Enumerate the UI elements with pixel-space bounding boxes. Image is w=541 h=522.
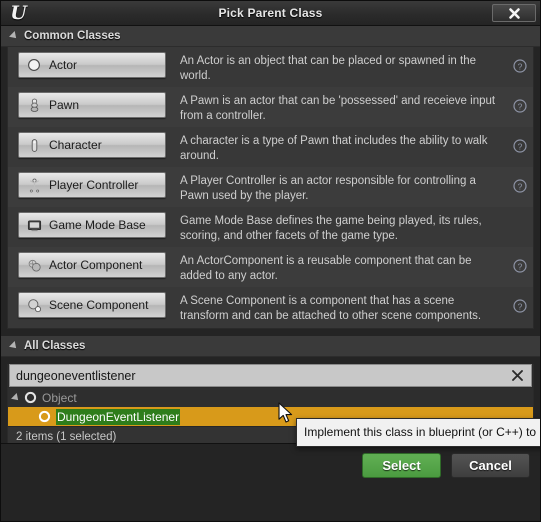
class-label: Actor Component xyxy=(49,258,143,272)
class-button-actor[interactable]: Actor xyxy=(18,52,166,78)
tree-row-object[interactable]: Object xyxy=(8,388,533,407)
scene-component-icon xyxy=(26,297,42,313)
class-tooltip: Implement this class in blueprint (or C+… xyxy=(296,418,540,447)
class-button-player-controller[interactable]: Player Controller xyxy=(18,172,166,198)
help-icon-pawn[interactable]: ? xyxy=(507,92,533,113)
actor-component-icon xyxy=(26,257,42,273)
actor-sphere-icon xyxy=(26,57,42,73)
class-description: A character is a type of Pawn that inclu… xyxy=(180,135,488,162)
item-count-label: 2 items (1 selected) xyxy=(16,431,117,443)
svg-text:?: ? xyxy=(518,181,523,191)
common-class-row[interactable]: Character A character is a type of Pawn … xyxy=(8,127,533,167)
class-description: A Player Controller is an actor responsi… xyxy=(180,175,476,202)
clear-search-icon[interactable] xyxy=(508,368,527,383)
class-description: A Scene Component is a component that ha… xyxy=(180,295,482,322)
class-label: Character xyxy=(49,138,102,152)
svg-text:?: ? xyxy=(518,61,523,71)
dialog-footer: Select Cancel xyxy=(1,443,540,521)
common-classes-header[interactable]: Common Classes xyxy=(1,26,540,47)
common-class-row[interactable]: Pawn A Pawn is an actor that can be 'pos… xyxy=(8,87,533,127)
common-classes-panel: Actor An Actor is an object that can be … xyxy=(7,47,534,329)
class-circle-icon xyxy=(24,391,37,404)
footer-button-row: Select Cancel xyxy=(362,453,530,478)
class-label: Player Controller xyxy=(49,178,139,192)
class-label: Actor xyxy=(49,58,78,72)
all-classes-header[interactable]: All Classes xyxy=(1,336,540,357)
common-classes-header-label: Common Classes xyxy=(24,30,121,42)
common-class-row[interactable]: Actor An Actor is an object that can be … xyxy=(8,47,533,87)
expand-triangle-icon[interactable] xyxy=(11,392,21,403)
tree-row-label: Object xyxy=(42,390,77,405)
question-mark-icon: ? xyxy=(513,179,527,193)
class-description: A Pawn is an actor that can be 'possesse… xyxy=(180,95,496,122)
unreal-engine-logo-icon: U xyxy=(10,2,27,24)
question-mark-icon: ? xyxy=(513,139,527,153)
svg-text:?: ? xyxy=(518,261,523,271)
svg-text:?: ? xyxy=(518,141,523,151)
help-icon-character[interactable]: ? xyxy=(507,132,533,153)
search-bar[interactable] xyxy=(9,364,532,387)
close-button[interactable] xyxy=(492,4,536,22)
title-bar: U Pick Parent Class xyxy=(1,1,540,26)
question-mark-icon: ? xyxy=(513,299,527,313)
common-class-row[interactable]: Game Mode Base Game Mode Base defines th… xyxy=(8,207,533,247)
common-class-row[interactable]: Actor Component An ActorComponent is a r… xyxy=(8,247,533,287)
collapse-triangle-icon[interactable] xyxy=(9,341,19,351)
svg-text:?: ? xyxy=(518,101,523,111)
select-button[interactable]: Select xyxy=(362,453,441,478)
window-title: Pick Parent Class xyxy=(218,6,323,20)
cancel-button[interactable]: Cancel xyxy=(451,453,530,478)
class-button-character[interactable]: Character xyxy=(18,132,166,158)
class-label: Scene Component xyxy=(49,298,149,312)
class-button-actor-component[interactable]: Actor Component xyxy=(18,252,166,278)
class-button-game-mode-base[interactable]: Game Mode Base xyxy=(18,212,166,238)
tree-row-label: DungeonEventListener xyxy=(56,408,181,425)
class-button-pawn[interactable]: Pawn xyxy=(18,92,166,118)
tooltip-text: Implement this class in blueprint (or C+… xyxy=(304,425,537,439)
class-description: An Actor is an object that can be placed… xyxy=(180,55,476,82)
close-icon xyxy=(508,7,520,19)
svg-text:?: ? xyxy=(518,301,523,311)
pick-parent-class-dialog: U Pick Parent Class Common Classes Actor xyxy=(0,0,541,522)
search-input[interactable] xyxy=(16,368,508,383)
question-mark-icon: ? xyxy=(513,59,527,73)
player-controller-icon xyxy=(26,177,42,193)
search-match-highlight: DungeonEventListener xyxy=(56,408,181,425)
common-class-row[interactable]: Player Controller A Player Controller is… xyxy=(8,167,533,207)
class-circle-icon xyxy=(38,410,51,423)
all-classes-header-label: All Classes xyxy=(24,340,86,352)
help-icon-actor-component[interactable]: ? xyxy=(507,252,533,273)
help-icon-scene-component[interactable]: ? xyxy=(507,292,533,313)
pawn-icon xyxy=(26,97,42,113)
help-icon-player-controller[interactable]: ? xyxy=(507,172,533,193)
class-description: An ActorComponent is a reusable componen… xyxy=(180,255,472,282)
class-button-scene-component[interactable]: Scene Component xyxy=(18,292,166,318)
collapse-triangle-icon[interactable] xyxy=(9,31,19,41)
common-class-row[interactable]: Scene Component A Scene Component is a c… xyxy=(8,287,533,327)
game-mode-base-icon xyxy=(26,217,42,233)
class-label: Game Mode Base xyxy=(49,218,146,232)
class-description: Game Mode Base defines the game being pl… xyxy=(180,215,482,242)
help-icon-actor[interactable]: ? xyxy=(507,52,533,73)
class-label: Pawn xyxy=(49,98,80,112)
question-mark-icon: ? xyxy=(513,99,527,113)
character-capsule-icon xyxy=(26,137,42,153)
question-mark-icon: ? xyxy=(513,259,527,273)
